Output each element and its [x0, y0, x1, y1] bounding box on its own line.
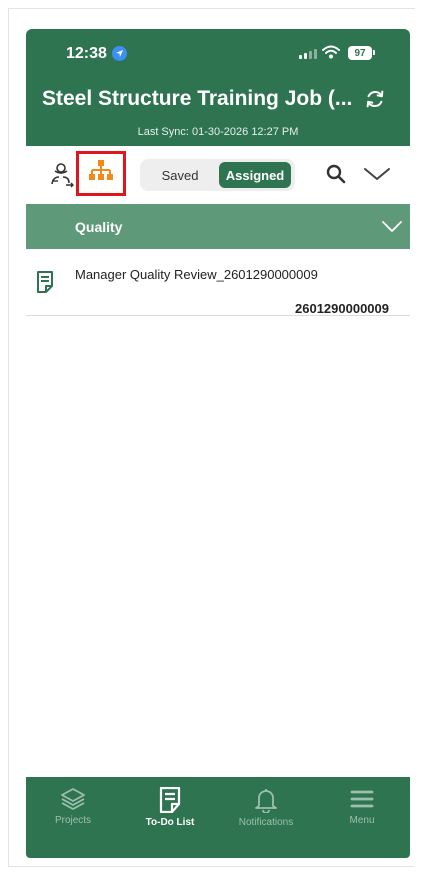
wifi-icon	[322, 45, 340, 64]
tab-projects[interactable]: Projects	[28, 787, 118, 826]
tab-menu[interactable]: Menu	[317, 787, 407, 826]
tab-to-do-list[interactable]: To-Do List	[125, 787, 215, 828]
segment-assigned[interactable]: Assigned	[219, 162, 291, 188]
frame-border-left	[8, 8, 9, 867]
layers-icon	[28, 787, 118, 811]
user-transfer-icon[interactable]	[50, 162, 76, 193]
document-icon	[125, 787, 215, 813]
toolbar: Saved Assigned	[26, 146, 410, 204]
last-sync-label: Last Sync: 01-30-2026 12:27 PM	[137, 126, 299, 138]
list-item[interactable]: Manager Quality Review_2601290000009 260…	[26, 249, 410, 316]
location-arrow-icon	[112, 46, 127, 61]
item-number: 2601290000009	[295, 301, 389, 316]
app-header: 12:38 97 Steel Structure Training Job (.…	[26, 29, 410, 146]
search-icon[interactable]	[326, 164, 346, 189]
saved-assigned-segmented-control: Saved Assigned	[140, 159, 295, 191]
menu-icon	[317, 787, 407, 811]
group-header-quality[interactable]: Quality	[26, 204, 410, 249]
tab-label: Menu	[349, 815, 375, 826]
battery-tip	[373, 50, 375, 55]
bottom-tab-bar: Projects To-Do List Notifications Menu	[26, 777, 410, 858]
frame-border-top	[8, 8, 415, 9]
tab-notifications[interactable]: Notifications	[221, 787, 311, 828]
page-title: Steel Structure Training Job (...	[42, 87, 353, 110]
tab-label: To-Do List	[145, 817, 195, 828]
status-time: 12:38	[66, 45, 107, 62]
segment-saved[interactable]: Saved	[146, 162, 214, 188]
battery-indicator: 97	[348, 46, 372, 60]
tab-label: Projects	[54, 815, 92, 826]
cellular-signal-icon	[299, 49, 317, 59]
chevron-down-icon[interactable]	[363, 166, 391, 187]
sync-icon[interactable]	[364, 88, 386, 115]
tab-label: Notifications	[238, 817, 294, 828]
frame-border-bottom	[8, 866, 415, 867]
item-title: Manager Quality Review_2601290000009	[75, 267, 318, 282]
form-document-icon	[36, 271, 54, 298]
group-label: Quality	[75, 219, 123, 235]
bell-icon	[221, 787, 311, 813]
org-chart-button[interactable]	[76, 151, 126, 196]
org-chart-icon	[88, 159, 114, 188]
chevron-down-icon	[382, 220, 402, 238]
